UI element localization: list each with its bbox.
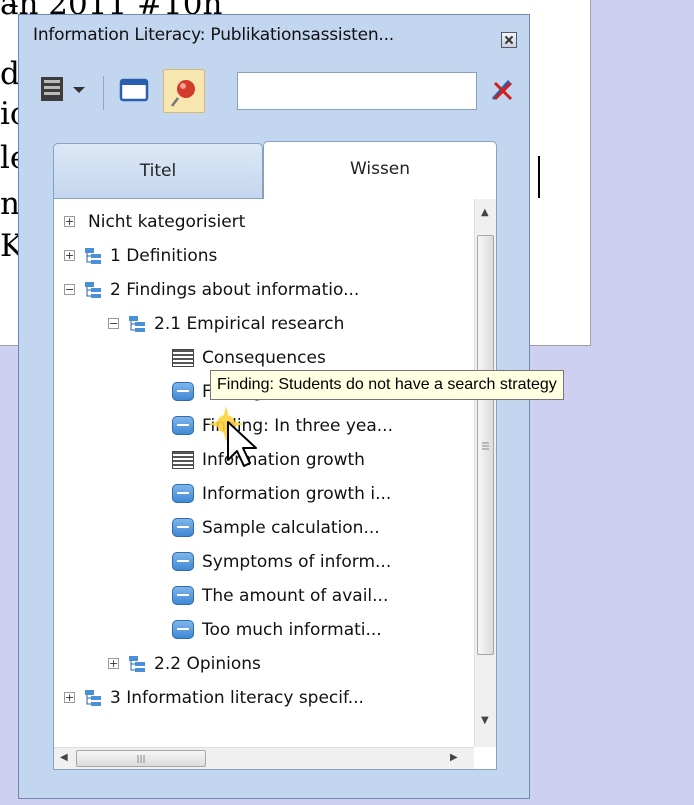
clear-search-button[interactable] [485, 73, 519, 107]
collapse-icon[interactable]: − [64, 284, 75, 295]
speech-bubble-icon [172, 552, 194, 571]
tree-item-label: Symptoms of inform... [202, 552, 392, 572]
category-icon [85, 690, 101, 706]
view-menu-button[interactable] [35, 73, 95, 107]
horizontal-scrollbar[interactable]: ◀ ▶ [54, 747, 474, 769]
scroll-down-arrow-icon[interactable]: ▼ [481, 715, 489, 726]
tooltip: Finding: Students do not have a search s… [210, 370, 564, 400]
expand-icon[interactable]: + [64, 692, 75, 703]
scroll-up-arrow-icon[interactable]: ▲ [481, 207, 489, 218]
window-titlebar[interactable]: Information Literacy: Publikationsassist… [19, 15, 529, 51]
window-icon [119, 78, 149, 102]
speech-bubble-icon [172, 620, 194, 639]
pin-button[interactable] [163, 69, 205, 113]
document-stack-icon [41, 77, 85, 101]
tree-item-label: Nicht kategorisiert [88, 212, 246, 232]
grip-icon [137, 755, 145, 763]
window-title: Information Literacy: Publikationsassist… [33, 25, 395, 45]
tree-item-label: 1 Definitions [110, 246, 218, 266]
scroll-left-arrow-icon[interactable]: ◀ [60, 752, 68, 763]
speech-bubble-icon [172, 382, 194, 401]
tree-item-label: 2 Findings about informatio... [110, 280, 360, 300]
background-text-line: d [0, 56, 20, 92]
pushpin-icon [171, 80, 195, 107]
knowledge-tree: + Nicht kategorisiert + 1 Definitions − [53, 198, 497, 770]
knowledge-panel: Titel Wissen + Nicht kategorisiert + 1 D… [33, 137, 515, 781]
tab-wissen[interactable]: Wissen [263, 141, 497, 199]
toolbar [29, 68, 519, 132]
horizontal-scroll-thumb[interactable] [76, 750, 206, 767]
category-icon [85, 248, 101, 264]
scroll-right-arrow-icon[interactable]: ▶ [450, 752, 458, 763]
tree-item-label: 3 Information literacy specif... [110, 688, 364, 708]
expand-icon[interactable]: + [108, 658, 119, 669]
speech-bubble-icon [172, 518, 194, 537]
expand-icon[interactable]: + [64, 216, 75, 227]
category-icon [85, 282, 101, 298]
tab-titel[interactable]: Titel [53, 143, 263, 199]
search-input[interactable] [237, 72, 477, 110]
tree-item-label: 2.2 Opinions [154, 654, 261, 674]
close-button[interactable] [501, 32, 517, 48]
speech-bubble-icon [172, 416, 194, 435]
tab-label: Titel [139, 161, 177, 181]
window-button[interactable] [117, 73, 151, 107]
document-icon [172, 349, 194, 367]
category-icon [129, 316, 145, 332]
mouse-pointer-icon [208, 406, 257, 467]
vertical-scroll-thumb[interactable] [477, 235, 494, 655]
tree-item-label: 2.1 Empirical research [154, 314, 345, 334]
publication-assistant-window: Information Literacy: Publikationsassist… [18, 14, 530, 799]
grip-icon [482, 442, 489, 450]
category-icon [129, 656, 145, 672]
tree-item-label: The amount of avail... [202, 586, 389, 606]
tree-item-label: Too much informati... [202, 620, 382, 640]
speech-bubble-icon [172, 484, 194, 503]
tab-label: Wissen [349, 159, 411, 179]
document-icon [172, 451, 194, 469]
vertical-scrollbar[interactable]: ▲ ▼ [474, 199, 496, 747]
toolbar-separator [103, 76, 104, 110]
speech-bubble-icon [172, 586, 194, 605]
clear-filter-icon [491, 80, 513, 101]
tree-item-label: Information growth i... [202, 484, 392, 504]
collapse-icon[interactable]: − [108, 318, 119, 329]
tree-item-label: Sample calculation... [202, 518, 380, 538]
expand-icon[interactable]: + [64, 250, 75, 261]
text-cursor-bar [538, 156, 540, 198]
